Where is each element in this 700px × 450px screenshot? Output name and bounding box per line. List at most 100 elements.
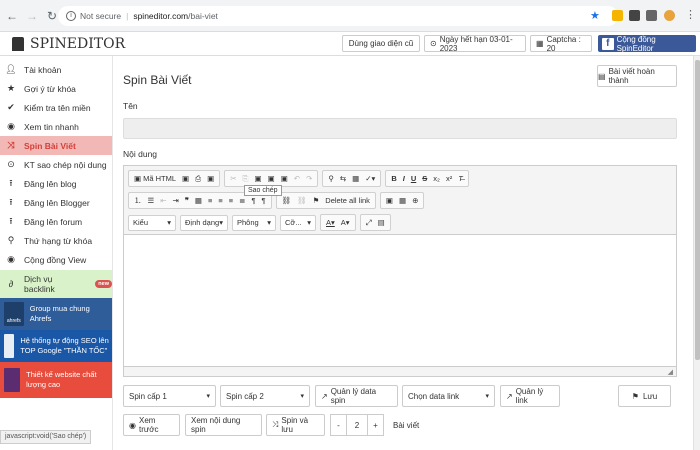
delete-all-link-button[interactable]: Delete all link xyxy=(322,193,373,208)
redo-icon[interactable]: ↷ xyxy=(303,171,315,186)
source-button[interactable]: ▣ Mã HTML xyxy=(131,171,179,186)
sidebar-item-domain-check[interactable]: ✔ Kiểm tra tên miền xyxy=(0,98,112,117)
promo-ahrefs[interactable]: ahrefs Group mua chung Ahrefs xyxy=(0,298,112,330)
community-label: Cộng đồng SpinEditor xyxy=(616,34,656,53)
outdent-icon[interactable]: ⇤ xyxy=(157,193,169,208)
sidebar-item-label: Kiểm tra tên miền xyxy=(24,102,91,113)
preview-icon[interactable]: ▣ xyxy=(204,171,217,186)
sidebar-item-quick-news[interactable]: ◉ Xem tin nhanh xyxy=(0,117,112,136)
sidebar-item-backlink[interactable]: ∂ Dịch vụ backlink new xyxy=(0,270,112,298)
paste-text-icon[interactable]: ▣ xyxy=(265,171,278,186)
sidebar-item-post-blogger[interactable]: ⭱ Đăng lên Blogger xyxy=(0,193,112,212)
manage-link-button[interactable]: ↗ Quản lý link xyxy=(500,385,560,407)
old-theme-button[interactable]: Dùng giao diện cũ xyxy=(342,35,420,52)
scrollbar-thumb[interactable] xyxy=(695,60,700,360)
spin-level-1-select[interactable]: Spin cấp 1 ▾ xyxy=(123,385,216,407)
sidebar-item-keyword-rank[interactable]: ⚲ Thứ hạng từ khóa xyxy=(0,231,112,250)
spellcheck-icon[interactable]: ✓▾ xyxy=(362,171,378,186)
strike-icon[interactable]: S xyxy=(419,171,430,186)
underline-icon[interactable]: U xyxy=(408,171,419,186)
bookmark-star-icon[interactable]: ★ xyxy=(590,9,600,22)
div-icon[interactable]: ▦ xyxy=(192,193,205,208)
format-combo[interactable]: Định dạng ▾ xyxy=(180,214,228,231)
sidebar-item-account[interactable]: 👤︎ Tài khoản xyxy=(0,60,112,79)
template-icon[interactable]: ▣ xyxy=(179,171,192,186)
profile-avatar-icon[interactable] xyxy=(664,10,675,21)
bold-icon[interactable]: B xyxy=(388,171,399,186)
paste-word-icon[interactable]: ▣ xyxy=(278,171,291,186)
replace-icon[interactable]: ⇆ xyxy=(337,171,349,186)
address-bar[interactable]: i Not secure | spineditor.com /bai-viet xyxy=(58,6,618,26)
undo-icon[interactable]: ↶ xyxy=(291,171,303,186)
captcha-icon: ▦ xyxy=(536,39,544,48)
paste-icon[interactable]: ▣ xyxy=(252,171,265,186)
editor-content-area[interactable] xyxy=(124,235,676,366)
image-icon[interactable]: ▣ xyxy=(383,193,396,208)
sidebar-item-keyword-suggest[interactable]: ★ Gợi ý từ khóa xyxy=(0,79,112,98)
promo-seo-top[interactable]: Hệ thống tự động SEO lên TOP Google "THẦ… xyxy=(0,330,112,362)
source-icon: ▣ xyxy=(134,174,142,183)
increment-button[interactable]: + xyxy=(367,414,384,436)
remove-format-icon[interactable]: T̶ xyxy=(455,171,466,186)
text-color-icon[interactable]: A▾ xyxy=(323,215,338,230)
manage-data-spin-button[interactable]: ↗ Quản lý data spin xyxy=(315,385,398,407)
sidebar-item-post-forum[interactable]: ⭱ Đăng lên forum xyxy=(0,212,112,231)
anchor-icon[interactable]: ⚑ xyxy=(310,193,323,208)
article-count-value[interactable]: 2 xyxy=(347,414,367,436)
indent-icon[interactable]: ⇥ xyxy=(170,193,182,208)
promo-web-design[interactable]: Thiết kế website chất lượng cao xyxy=(0,362,112,398)
cut-icon[interactable]: ✂ xyxy=(227,171,239,186)
extension-icon[interactable] xyxy=(612,10,623,21)
decrement-button[interactable]: - xyxy=(330,414,347,436)
align-left-icon[interactable]: ≡ xyxy=(205,193,215,208)
community-button[interactable]: f Cộng đồng SpinEditor xyxy=(598,34,696,53)
preview-button[interactable]: ◉ Xem trước xyxy=(123,414,180,436)
extension-icon[interactable] xyxy=(629,10,640,21)
extension-icon[interactable] xyxy=(646,10,657,21)
align-right-icon[interactable]: ≡ xyxy=(226,193,236,208)
spin-level-2-select[interactable]: Spin cấp 2 ▾ xyxy=(220,385,310,407)
blockquote-icon[interactable]: ❞ xyxy=(182,193,192,208)
name-input[interactable] xyxy=(123,118,677,139)
italic-icon[interactable]: I xyxy=(400,171,408,186)
styles-combo[interactable]: Kiểu ▾ xyxy=(128,214,176,231)
select-all-icon[interactable]: ▦ xyxy=(349,171,362,186)
sidebar-item-community-view[interactable]: ◉ Cộng đồng View xyxy=(0,250,112,269)
back-icon[interactable]: ← xyxy=(4,9,20,23)
sidebar-item-spin-article[interactable]: ⤨ Spin Bài Viết xyxy=(0,136,112,155)
sidebar-item-post-blog[interactable]: ⭱ Đăng lên blog xyxy=(0,174,112,193)
numbered-list-icon[interactable]: ⒈ xyxy=(131,193,145,208)
info-icon[interactable]: i xyxy=(66,11,76,21)
superscript-icon[interactable]: x² xyxy=(443,171,455,186)
print-icon[interactable]: ⎙ xyxy=(192,171,204,186)
bulleted-list-icon[interactable]: ☰ xyxy=(145,193,158,208)
browser-menu-icon[interactable]: ⋮ xyxy=(685,8,696,21)
page-scrollbar[interactable] xyxy=(693,56,700,450)
find-icon[interactable]: ⚲ xyxy=(325,171,337,186)
font-combo[interactable]: Phông ▾ xyxy=(232,214,276,231)
size-combo[interactable]: Cỡ... ▾ xyxy=(280,214,316,231)
copy-icon[interactable]: ⎘ xyxy=(240,171,252,186)
captcha-label: Captcha : 20 xyxy=(546,34,581,53)
data-link-select[interactable]: Chọn data link ▾ xyxy=(402,385,495,407)
maximize-icon[interactable]: ⤢ xyxy=(363,215,375,230)
logo[interactable]: SPINEDITOR xyxy=(12,36,125,52)
show-blocks-icon[interactable]: ▤ xyxy=(375,215,388,230)
bg-color-icon[interactable]: A▾ xyxy=(338,215,353,230)
spin-and-save-button[interactable]: ⤨ Spin và lưu xyxy=(266,414,325,436)
subscript-icon[interactable]: x₂ xyxy=(430,171,443,186)
completed-articles-button[interactable]: ▤ Bài viết hoàn thành xyxy=(597,65,677,87)
save-button[interactable]: ⚑ Lưu xyxy=(618,385,671,407)
table-icon[interactable]: ▦ xyxy=(396,193,409,208)
captcha-button[interactable]: ▦ Captcha : 20 xyxy=(530,34,592,53)
sidebar-item-label: KT sao chép nội dung xyxy=(24,159,107,170)
toolbar-group-tools: ⤢ ▤ xyxy=(359,214,391,231)
expiry-button[interactable]: ⊙ Ngày hết hạn 03-01-2023 xyxy=(424,35,526,53)
unlink-icon[interactable]: ⛓ xyxy=(294,193,310,208)
forward-icon[interactable]: → xyxy=(24,9,40,23)
view-spin-content-button[interactable]: Xem nội dung spin xyxy=(185,414,262,436)
resize-grip-icon[interactable]: ◢ xyxy=(668,368,673,376)
sidebar-item-copy-check[interactable]: ⊙ KT sao chép nội dung xyxy=(0,155,112,174)
special-char-icon[interactable]: ⊕ xyxy=(409,193,421,208)
align-center-icon[interactable]: ≡ xyxy=(215,193,225,208)
